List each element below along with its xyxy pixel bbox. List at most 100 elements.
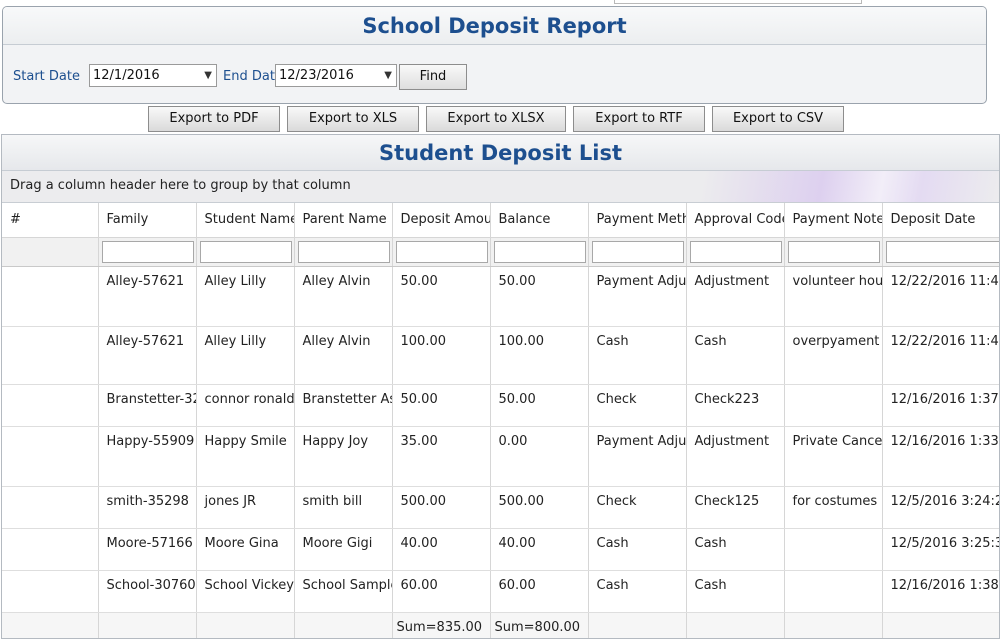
column-header[interactable]: Student Name	[196, 203, 295, 238]
filter-cell	[98, 237, 197, 267]
table-cell: Private Cancelled 12/15/16	[784, 426, 883, 487]
table-row[interactable]: Alley-57621 Alley Lilly Alley Alvin 100.00 1…	[2, 326, 999, 385]
table-cell: Adjustment	[686, 426, 785, 487]
table-cell: overpyament	[784, 326, 883, 385]
table-row[interactable]: Alley-57621 Alley Lilly Alley Alvin 50.00 50…	[2, 266, 999, 327]
table-cell: School Vickey	[196, 570, 295, 613]
balance-filter-input[interactable]	[493, 240, 586, 263]
column-header[interactable]: Payment Note	[784, 203, 883, 238]
column-header[interactable]: Approval Code	[686, 203, 785, 238]
table-cell: School Sample	[294, 570, 393, 613]
table-cell: 40.00	[392, 528, 491, 571]
table-cell: Alley-57621	[98, 266, 197, 327]
table-cell: 40.00	[490, 528, 589, 571]
table-cell	[2, 384, 99, 427]
column-header[interactable]: Deposit Amount	[392, 203, 491, 238]
export-pdf-button[interactable]: Export to PDF	[148, 106, 280, 132]
find-button[interactable]: Find	[399, 64, 467, 90]
table-row[interactable]: Happy-55909 Happy Smile Happy Joy 35.00 0.00…	[2, 426, 999, 487]
summary-row: Sum=835.00 Sum=800.00	[2, 611, 999, 638]
table-cell: Happy Smile	[196, 426, 295, 487]
column-header[interactable]: #	[2, 203, 99, 238]
table-cell: Moore-57166	[98, 528, 197, 571]
end-date-label: End Date	[223, 69, 283, 84]
table-cell: 50.00	[490, 384, 589, 427]
filter-cell	[588, 237, 687, 267]
table-cell: 12/16/2016 1:37:59 PM	[882, 384, 999, 427]
method-filter-input[interactable]	[591, 240, 684, 263]
table-cell: smith-35298	[98, 486, 197, 529]
filter-row	[2, 237, 999, 267]
deposit-table: # Family Student Name Parent Name Deposi…	[2, 203, 999, 638]
end-date-value: 12/23/2016	[279, 68, 354, 83]
table-row[interactable]: Moore-57166 Moore Gina Moore Gigi 40.00 40.0…	[2, 528, 999, 571]
table-cell: 12/5/2016 3:24:21 PM	[882, 486, 999, 529]
start-date-label: Start Date	[13, 69, 80, 84]
table-row[interactable]: smith-35298 jones JR smith bill 500.00 500.0…	[2, 486, 999, 529]
table-cell: smith bill	[294, 486, 393, 529]
table-cell: Cash	[686, 570, 785, 613]
column-header[interactable]: Payment Method	[588, 203, 687, 238]
column-header[interactable]: Deposit Date	[882, 203, 999, 238]
export-csv-button[interactable]: Export to CSV	[712, 106, 844, 132]
column-header[interactable]: Balance	[490, 203, 589, 238]
table-cell	[784, 528, 883, 571]
filter-cell	[2, 237, 99, 267]
filter-cell	[196, 237, 295, 267]
table-cell	[2, 326, 99, 385]
table-cell	[2, 528, 99, 571]
start-date-select[interactable]: 12/1/2016 ▼	[89, 64, 217, 87]
table-cell: Cash	[686, 528, 785, 571]
table-cell: Cash	[588, 326, 687, 385]
filter-cell	[294, 237, 393, 267]
end-date-select[interactable]: 12/23/2016 ▼	[275, 64, 397, 87]
filter-cell	[686, 237, 785, 267]
table-cell: Alley Lilly	[196, 266, 295, 327]
note-filter-input[interactable]	[787, 240, 880, 263]
deposit-filter-input[interactable]	[395, 240, 488, 263]
table-cell: Payment Adjustment	[588, 426, 687, 487]
family-filter-input[interactable]	[101, 240, 194, 263]
table-cell: 35.00	[392, 426, 491, 487]
column-header[interactable]: Family	[98, 203, 197, 238]
report-title: School Deposit Report	[3, 7, 986, 45]
approval-filter-input[interactable]	[689, 240, 782, 263]
table-cell: 12/22/2016 11:44:51 AM	[882, 266, 999, 327]
chevron-down-icon: ▼	[384, 70, 392, 81]
table-cell: Check	[588, 384, 687, 427]
table-cell: 50.00	[490, 266, 589, 327]
table-cell: Branstetter Asher	[294, 384, 393, 427]
table-cell: 0.00	[490, 426, 589, 487]
table-cell: 500.00	[392, 486, 491, 529]
table-cell: 500.00	[490, 486, 589, 529]
table-cell	[2, 426, 99, 487]
table-cell: 12/5/2016 3:25:32 PM	[882, 528, 999, 571]
top-partial-field	[614, 0, 862, 4]
column-header[interactable]: Parent Name	[294, 203, 393, 238]
export-xls-button[interactable]: Export to XLS	[287, 106, 419, 132]
export-rtf-button[interactable]: Export to RTF	[573, 106, 705, 132]
table-cell: Check	[588, 486, 687, 529]
table-cell	[784, 384, 883, 427]
table-cell: jones JR	[196, 486, 295, 529]
table-cell: 12/16/2016 1:38:14 PM	[882, 570, 999, 613]
table-cell: Branstetter-32311	[98, 384, 197, 427]
date-filter-input[interactable]	[885, 240, 999, 263]
table-cell: 60.00	[392, 570, 491, 613]
table-row[interactable]: School-30760 School Vickey School Sample 60…	[2, 570, 999, 613]
group-by-panel[interactable]: Drag a column header here to group by th…	[2, 171, 999, 203]
table-cell	[784, 570, 883, 613]
table-cell	[2, 570, 99, 613]
table-cell: Alley Alvin	[294, 326, 393, 385]
table-cell: School-30760	[98, 570, 197, 613]
export-xlsx-button[interactable]: Export to XLSX	[426, 106, 566, 132]
student-filter-input[interactable]	[199, 240, 292, 263]
table-row[interactable]: Branstetter-32311connor ronaldBranstette…	[2, 384, 999, 427]
table-cell: Alley-57621	[98, 326, 197, 385]
table-cell: Cash	[588, 528, 687, 571]
table-cell: Moore Gina	[196, 528, 295, 571]
grid-title: Student Deposit List	[2, 135, 999, 171]
table-cell: Moore Gigi	[294, 528, 393, 571]
parent-filter-input[interactable]	[297, 240, 390, 263]
deposit-grid: Student Deposit List Drag a column heade…	[1, 134, 1000, 639]
